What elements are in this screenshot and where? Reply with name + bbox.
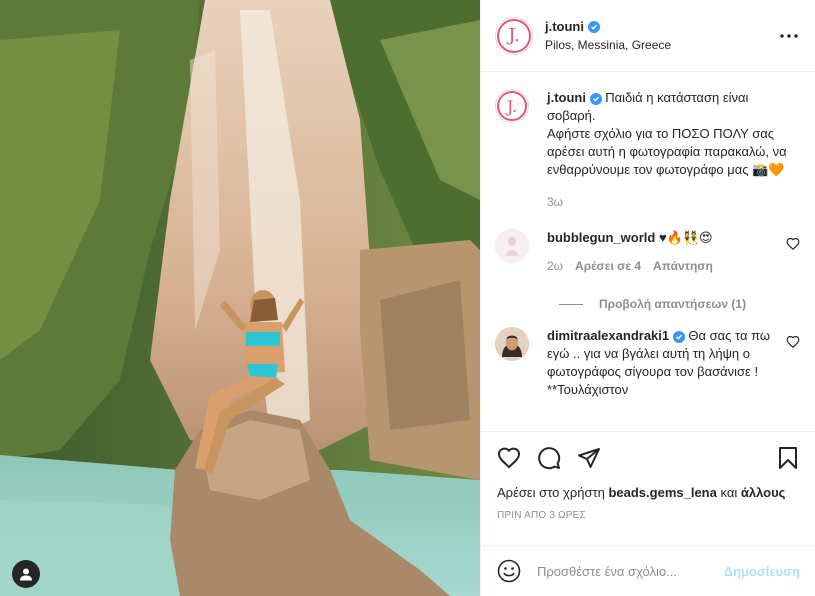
caption-avatar[interactable]: J.: [495, 89, 529, 123]
likes-summary: Αρέσει στο χρήστη beads.gems_lena και άλ…: [497, 484, 800, 502]
author-avatar[interactable]: J.: [495, 16, 533, 55]
liked-by-others-link[interactable]: άλλους: [741, 485, 786, 500]
comment-text: ♥🔥👯😍: [658, 230, 713, 245]
waterfall-photo-illustration: [0, 0, 480, 596]
caption-age[interactable]: 3ω: [547, 193, 563, 211]
post-header: J. j.touni Pilos, Messinia, Greece: [481, 0, 815, 72]
emoji-icon: [497, 559, 521, 583]
verified-badge-icon: [588, 20, 600, 33]
commenter-avatar[interactable]: [495, 327, 529, 361]
caption-text-continued: Αφήστε σχόλιο για το ΠΟΣΟ ΠΟΛΥ σας αρέσε…: [547, 126, 787, 177]
comments-list[interactable]: J. j.touni Παιδιά η κατάσταση είναι σοβα…: [481, 73, 815, 431]
action-bar: [497, 432, 800, 484]
emoji-button[interactable]: [497, 559, 521, 583]
add-comment-bar: Δημοσίευση: [481, 545, 815, 596]
comment-age[interactable]: 2ω: [547, 257, 563, 275]
view-replies-label: Προβολή απαντήσεων (1): [599, 297, 747, 311]
view-replies-button[interactable]: Προβολή απαντήσεων (1): [559, 297, 800, 311]
commenter-avatar[interactable]: [495, 229, 529, 263]
comment-username[interactable]: bubblegun_world: [547, 230, 655, 245]
author-username: j.touni: [545, 19, 584, 34]
post-timestamp[interactable]: ΠΡΙΝ ΑΠΟ 3 ΩΡΕΣ: [497, 510, 800, 521]
author-username-link[interactable]: j.touni: [545, 19, 600, 34]
comment-button[interactable]: [537, 446, 561, 470]
verified-badge-icon: [672, 331, 685, 343]
avatar-logo: J.: [497, 18, 531, 53]
heart-icon: [497, 447, 521, 469]
liked-by-user-link[interactable]: beads.gems_lena: [608, 485, 716, 500]
comment-like-icon[interactable]: [786, 237, 800, 251]
more-horizontal-icon: [780, 33, 798, 38]
tagged-users-button[interactable]: [12, 560, 40, 588]
verified-badge-icon: [589, 93, 602, 105]
comment-username[interactable]: dimitraalexandraki1: [547, 328, 669, 343]
avatar-image: [506, 236, 518, 256]
replies-divider: [559, 303, 583, 305]
avatar-logo: J.: [497, 91, 527, 121]
save-button[interactable]: [776, 446, 800, 470]
post-photo[interactable]: [0, 0, 480, 596]
like-button[interactable]: [497, 446, 521, 470]
post-comment-button[interactable]: Δημοσίευση: [724, 564, 800, 579]
comment-likes-link[interactable]: Αρέσει σε 4: [575, 257, 641, 275]
post-details-panel: J. j.touni Pilos, Messinia, Greece J. j.…: [480, 0, 815, 596]
bookmark-icon: [779, 447, 797, 469]
post-actions-section: Αρέσει στο χρήστη beads.gems_lena και άλ…: [481, 431, 815, 521]
share-button[interactable]: [577, 446, 601, 470]
likes-and: και: [720, 485, 738, 500]
reply-button[interactable]: Απάντηση: [653, 257, 713, 275]
author-info: j.touni Pilos, Messinia, Greece: [545, 19, 777, 52]
more-options-button[interactable]: [777, 24, 801, 48]
comment-item: bubblegun_world ♥🔥👯😍 2ω Αρέσει σε 4 Απάν…: [495, 229, 800, 275]
likes-prefix: Αρέσει στο χρήστη: [497, 485, 605, 500]
comment-icon: [538, 447, 561, 470]
caption: J. j.touni Παιδιά η κατάσταση είναι σοβα…: [495, 89, 800, 211]
location-link[interactable]: Pilos, Messinia, Greece: [545, 38, 777, 52]
user-tag-icon: [20, 568, 32, 581]
caption-username[interactable]: j.touni: [547, 90, 586, 105]
comment-item: dimitraalexandraki1 Θα σας τα πω εγώ .. …: [495, 327, 800, 399]
comment-like-icon[interactable]: [786, 335, 800, 349]
comment-input[interactable]: [537, 563, 724, 579]
paper-plane-icon: [578, 448, 600, 468]
avatar-image: [495, 327, 529, 361]
